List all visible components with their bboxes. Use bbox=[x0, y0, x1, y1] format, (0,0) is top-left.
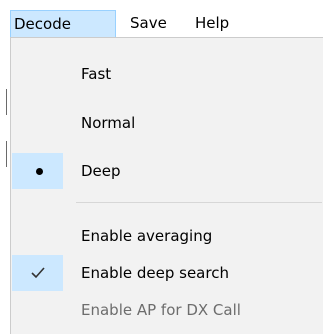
radio-dot-icon bbox=[36, 168, 43, 175]
menu-separator bbox=[76, 202, 322, 203]
menu-save-label: Save bbox=[130, 14, 167, 32]
menu-save[interactable]: Save bbox=[124, 10, 176, 38]
menu-bar: Decode Save Help bbox=[0, 0, 323, 38]
menu-item-fast[interactable]: Fast bbox=[12, 56, 323, 92]
menu-help[interactable]: Help bbox=[184, 10, 236, 38]
menu-item-enable-averaging-label: Enable averaging bbox=[81, 227, 213, 245]
menu-item-enable-averaging[interactable]: Enable averaging bbox=[12, 218, 323, 254]
menu-help-label: Help bbox=[195, 14, 230, 32]
menu-item-enable-deep-search-label: Enable deep search bbox=[81, 264, 229, 282]
menu-decode-label: Decode bbox=[14, 15, 71, 33]
radio-selected-indicator bbox=[12, 153, 63, 189]
menu-item-deep[interactable]: Deep bbox=[12, 153, 323, 189]
menu-item-normal-label: Normal bbox=[81, 114, 136, 132]
menu-decode[interactable]: Decode bbox=[10, 10, 116, 38]
decode-menu-dropdown: Fast Normal Deep Enable averaging Enable… bbox=[10, 37, 323, 334]
menu-item-deep-label: Deep bbox=[81, 162, 121, 180]
background-window-edge bbox=[0, 37, 10, 334]
menu-item-normal[interactable]: Normal bbox=[12, 105, 323, 141]
menu-item-enable-ap-dx-call: Enable AP for DX Call bbox=[12, 292, 323, 328]
menu-item-enable-deep-search[interactable]: Enable deep search bbox=[12, 255, 323, 291]
menu-item-fast-label: Fast bbox=[81, 65, 112, 83]
check-indicator bbox=[12, 255, 63, 291]
checkmark-icon bbox=[31, 267, 45, 279]
menu-item-enable-ap-dx-call-label: Enable AP for DX Call bbox=[81, 301, 241, 319]
